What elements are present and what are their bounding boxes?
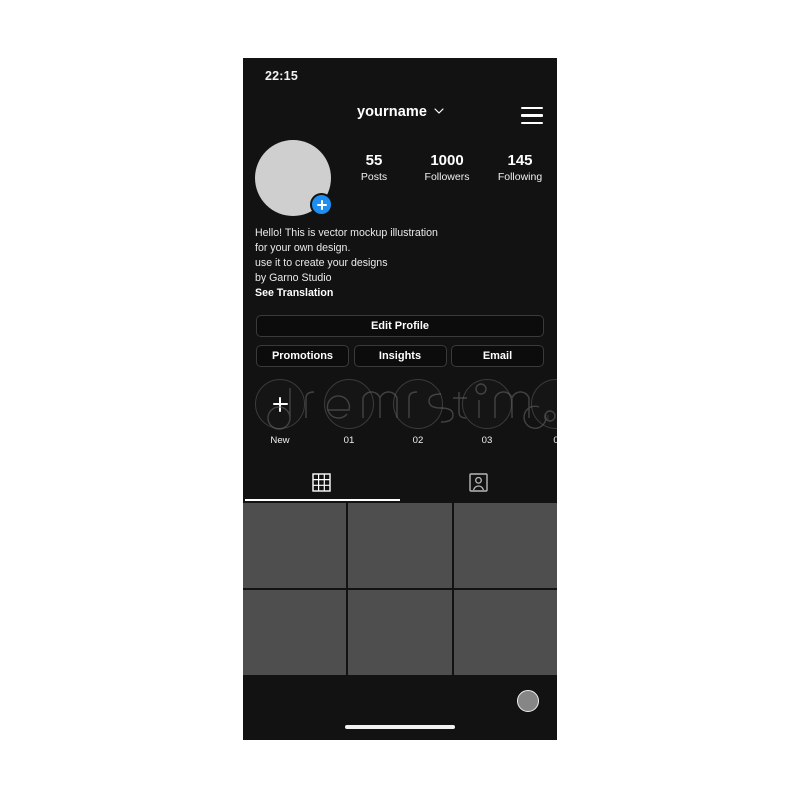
- photo-tile[interactable]: [348, 590, 452, 675]
- tab-tagged[interactable]: [400, 466, 557, 498]
- bio-line: by Garno Studio: [255, 272, 332, 284]
- hamburger-line: [521, 121, 543, 124]
- add-story-plus-icon[interactable]: [310, 193, 333, 216]
- highlight-circle: [324, 379, 374, 429]
- stat-posts-value: 55: [365, 152, 383, 169]
- tab-grid[interactable]: [243, 466, 400, 498]
- hamburger-line: [521, 114, 543, 117]
- highlight-label: 01: [343, 435, 355, 446]
- username-dropdown[interactable]: yourname: [243, 104, 557, 120]
- stat-following-label: Following: [497, 171, 543, 183]
- photo-tile[interactable]: [453, 503, 557, 588]
- highlight-03[interactable]: 03: [462, 379, 512, 447]
- bio-line: use it to create your designs: [255, 257, 388, 269]
- tagged-person-icon: [469, 472, 488, 492]
- photo-tile[interactable]: [453, 590, 557, 675]
- profile-tabs: [243, 466, 557, 502]
- top-nav-bar: yourname: [243, 94, 557, 136]
- highlight-circle: [255, 379, 305, 429]
- photo-tile[interactable]: [243, 503, 347, 588]
- stat-followers[interactable]: 1000 Followers: [420, 151, 474, 185]
- avatar[interactable]: [255, 140, 333, 216]
- profile-bio: Hello! This is vector mockup illustratio…: [255, 226, 545, 301]
- plus-vertical: [279, 396, 281, 412]
- secondary-action-row: Promotions Insights Email: [256, 345, 544, 367]
- phone-frame: 22:15 yourname 55 Posts 1000 Followers 1…: [243, 58, 557, 740]
- photo-tile[interactable]: [348, 503, 452, 588]
- highlight-label: 0: [553, 435, 557, 446]
- bio-line: Hello! This is vector mockup illustratio…: [255, 227, 438, 239]
- stat-following-value: 145: [507, 152, 533, 169]
- promotions-button[interactable]: Promotions: [256, 345, 349, 367]
- photo-tile[interactable]: [243, 590, 347, 675]
- profile-header-row: 55 Posts 1000 Followers 145 Following: [243, 138, 557, 228]
- home-indicator: [345, 725, 455, 729]
- highlight-label: 02: [412, 435, 424, 446]
- stat-posts[interactable]: 55 Posts: [347, 151, 401, 185]
- highlight-label: New: [270, 435, 290, 446]
- grid-icon: [312, 472, 331, 492]
- story-highlights-row: New 01 02 03 0: [243, 376, 557, 454]
- chevron-down-icon: [434, 106, 444, 115]
- highlight-04[interactable]: 0: [531, 379, 557, 447]
- stat-followers-label: Followers: [424, 171, 470, 183]
- highlight-circle: [393, 379, 443, 429]
- active-tab-underline: [245, 499, 400, 501]
- bio-line: for your own design.: [255, 242, 351, 254]
- status-time: 22:15: [265, 69, 298, 83]
- highlight-circle: [462, 379, 512, 429]
- username-label: yourname: [356, 104, 428, 120]
- highlight-02[interactable]: 02: [393, 379, 443, 447]
- status-bar: 22:15: [243, 58, 557, 94]
- profile-avatar-icon[interactable]: [517, 690, 539, 712]
- insights-button[interactable]: Insights: [353, 345, 447, 367]
- hamburger-menu-icon[interactable]: [521, 107, 543, 124]
- stat-posts-label: Posts: [360, 171, 388, 183]
- highlight-01[interactable]: 01: [324, 379, 374, 447]
- email-button[interactable]: Email: [451, 345, 544, 367]
- plus-vertical: [320, 199, 323, 210]
- photo-grid: [243, 503, 557, 675]
- profile-stats: 55 Posts 1000 Followers 145 Following: [347, 151, 547, 185]
- see-translation-link[interactable]: See Translation: [255, 286, 545, 301]
- highlight-circle: [531, 379, 557, 429]
- bottom-nav-bar: [243, 675, 557, 740]
- stat-following[interactable]: 145 Following: [493, 151, 547, 185]
- highlight-label: 03: [481, 435, 493, 446]
- edit-profile-button[interactable]: Edit Profile: [256, 315, 544, 337]
- highlight-new[interactable]: New: [255, 379, 305, 447]
- stat-followers-value: 1000: [430, 152, 464, 169]
- hamburger-line: [521, 107, 543, 110]
